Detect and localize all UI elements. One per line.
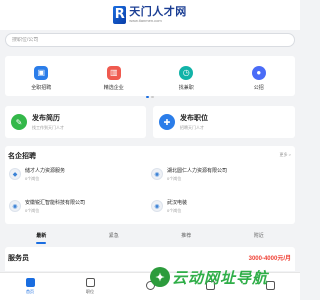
company-item[interactable]: ◉ 安徽锐汇智能科技有限公司 0个岗位: [9, 196, 149, 216]
category-label: 公招: [253, 84, 264, 91]
company-item[interactable]: ◆ 储才人力资源服务 0个岗位: [9, 164, 149, 184]
clock-icon: ◷: [179, 65, 194, 80]
tab-urgent[interactable]: 紧急: [109, 232, 119, 241]
tabbar-label: 职位: [86, 289, 94, 294]
watermark-text: 云动网址导航: [172, 269, 269, 287]
quick-title: 发布简历: [32, 115, 60, 122]
watermark-logo-icon: ✦: [150, 267, 170, 287]
company-item[interactable]: ◉ 武汉电装 0个岗位: [151, 196, 291, 216]
person-icon: ●: [251, 65, 266, 80]
home-icon: [25, 278, 35, 287]
company-job-count: 0个岗位: [167, 207, 182, 213]
category-label: 全职招聘: [31, 84, 52, 91]
search-bar[interactable]: [5, 33, 295, 47]
watermark: ✦ 云动网址导航: [150, 266, 300, 288]
post-job-card[interactable]: ✚ 发布职位 招聘天门人才: [153, 106, 295, 138]
tabbar-label: 首页: [26, 289, 34, 294]
tab-latest[interactable]: 最新: [36, 232, 47, 244]
logo-mark: R: [113, 6, 127, 24]
app-header: R 天门人才网 www.tianmen.com: [0, 0, 300, 30]
logo-url: www.tianmen.com: [129, 18, 162, 23]
more-link[interactable]: 更多 >: [280, 152, 291, 158]
job-title: 服务员: [8, 255, 29, 262]
quick-desc: 找工作到天门人才: [32, 125, 64, 130]
company-logo-icon: ◉: [151, 200, 163, 212]
carousel-dots: [146, 96, 154, 98]
section-title: 名企招聘: [8, 153, 36, 160]
company-job-count: 0个岗位: [167, 175, 182, 181]
tabbar-home[interactable]: 首页: [10, 278, 50, 295]
job-icon: [85, 278, 95, 287]
job-filter-tabs: 最新 紧急 推荐 附近: [5, 228, 295, 244]
company-logo-icon: ◉: [9, 200, 21, 212]
company-name: 安徽锐汇智能科技有限公司: [25, 199, 86, 206]
tabbar-jobs[interactable]: 职位: [70, 278, 110, 295]
company-item[interactable]: ◉ 湖北圆仁人力资源有限公司 0个岗位: [151, 164, 291, 184]
quick-title: 发布职位: [180, 115, 208, 122]
job-salary: 3000-4000元/月: [248, 256, 291, 262]
category-featured-company[interactable]: ▥ 精选企业: [84, 65, 144, 91]
category-grid: ▣ 全职招聘 ▥ 精选企业 ◷ 找兼职 ● 公招: [5, 56, 295, 96]
category-fulltime[interactable]: ▣ 全职招聘: [11, 65, 71, 91]
company-name: 湖北圆仁人力资源有限公司: [167, 167, 228, 174]
logo-title: 天门人才网: [129, 6, 187, 18]
quick-desc: 招聘天门人才: [180, 125, 204, 130]
category-label: 找兼职: [178, 84, 194, 91]
company-logo-icon: ◉: [151, 168, 163, 180]
briefcase-icon: ▣: [34, 65, 49, 80]
company-job-count: 0个岗位: [25, 175, 40, 181]
post-resume-card[interactable]: ✎ 发布简历 找工作到天门人才: [5, 106, 146, 138]
category-parttime[interactable]: ◷ 找兼职: [156, 65, 216, 91]
category-label: 精选企业: [103, 84, 124, 91]
company-job-count: 0个岗位: [25, 207, 40, 213]
company-name: 储才人力资源服务: [25, 167, 66, 174]
company-name: 武汉电装: [167, 199, 188, 206]
building-icon: ▥: [106, 65, 121, 80]
category-public-recruit[interactable]: ● 公招: [229, 65, 289, 91]
company-logo-icon: ◆: [9, 168, 21, 180]
resume-icon: ✎: [11, 114, 27, 130]
featured-companies: 名企招聘 更多 > ◆ 储才人力资源服务 0个岗位 ◉ 湖北圆仁人力资源有限公司…: [5, 146, 295, 224]
tab-nearby[interactable]: 附近: [254, 232, 264, 241]
site-logo[interactable]: R 天门人才网 www.tianmen.com: [113, 6, 187, 24]
search-input[interactable]: [12, 37, 294, 43]
tab-recommended[interactable]: 推荐: [181, 232, 191, 241]
post-job-icon: ✚: [159, 114, 175, 130]
